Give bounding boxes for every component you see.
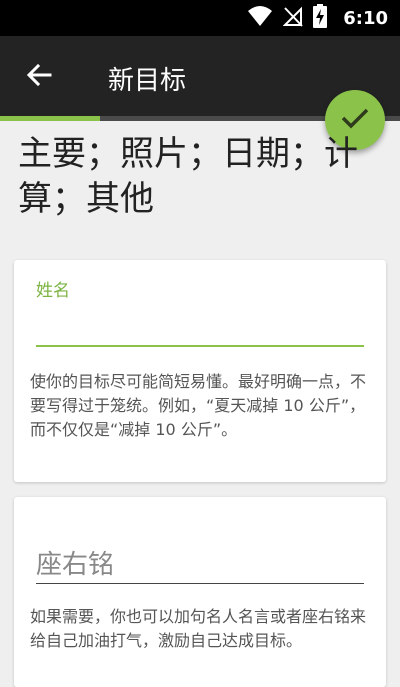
battery-charging-icon xyxy=(313,4,328,32)
name-input[interactable] xyxy=(36,304,364,344)
back-button[interactable] xyxy=(22,62,56,92)
wifi-icon xyxy=(247,5,273,31)
page-title: 新目标 xyxy=(108,66,187,96)
no-signal-icon xyxy=(282,5,303,31)
name-input-underline xyxy=(36,345,364,347)
motto-helper-text: 如果需要，你也可以加句名人名言或者座右铭来给自己加油打气，激励自己达成目标。 xyxy=(30,607,367,650)
check-icon xyxy=(340,106,370,134)
name-helper-text: 使你的目标尽可能简短易懂。最好明确一点，不要写得过于笼统。例如，“夏天减掉 10… xyxy=(30,372,367,439)
status-bar: 6:10 xyxy=(0,0,400,36)
motto-input-underline xyxy=(36,583,364,584)
motto-input[interactable]: 座右铭 xyxy=(36,539,364,585)
name-field-label: 姓名 xyxy=(36,281,70,301)
status-time: 6:10 xyxy=(343,7,388,29)
progress-fill xyxy=(0,116,100,121)
arrow-back-icon xyxy=(26,63,52,91)
motto-card: 座右铭 如果需要，你也可以加句名人名言或者座右铭来给自己加油打气，激励自己达成目… xyxy=(14,497,386,687)
tabs-heading[interactable]: 主要；照片；日期；计算；其他 xyxy=(18,132,378,222)
name-card: 姓名 使你的目标尽可能简短易懂。最好明确一点，不要写得过于笼统。例如，“夏天减掉… xyxy=(14,260,386,482)
